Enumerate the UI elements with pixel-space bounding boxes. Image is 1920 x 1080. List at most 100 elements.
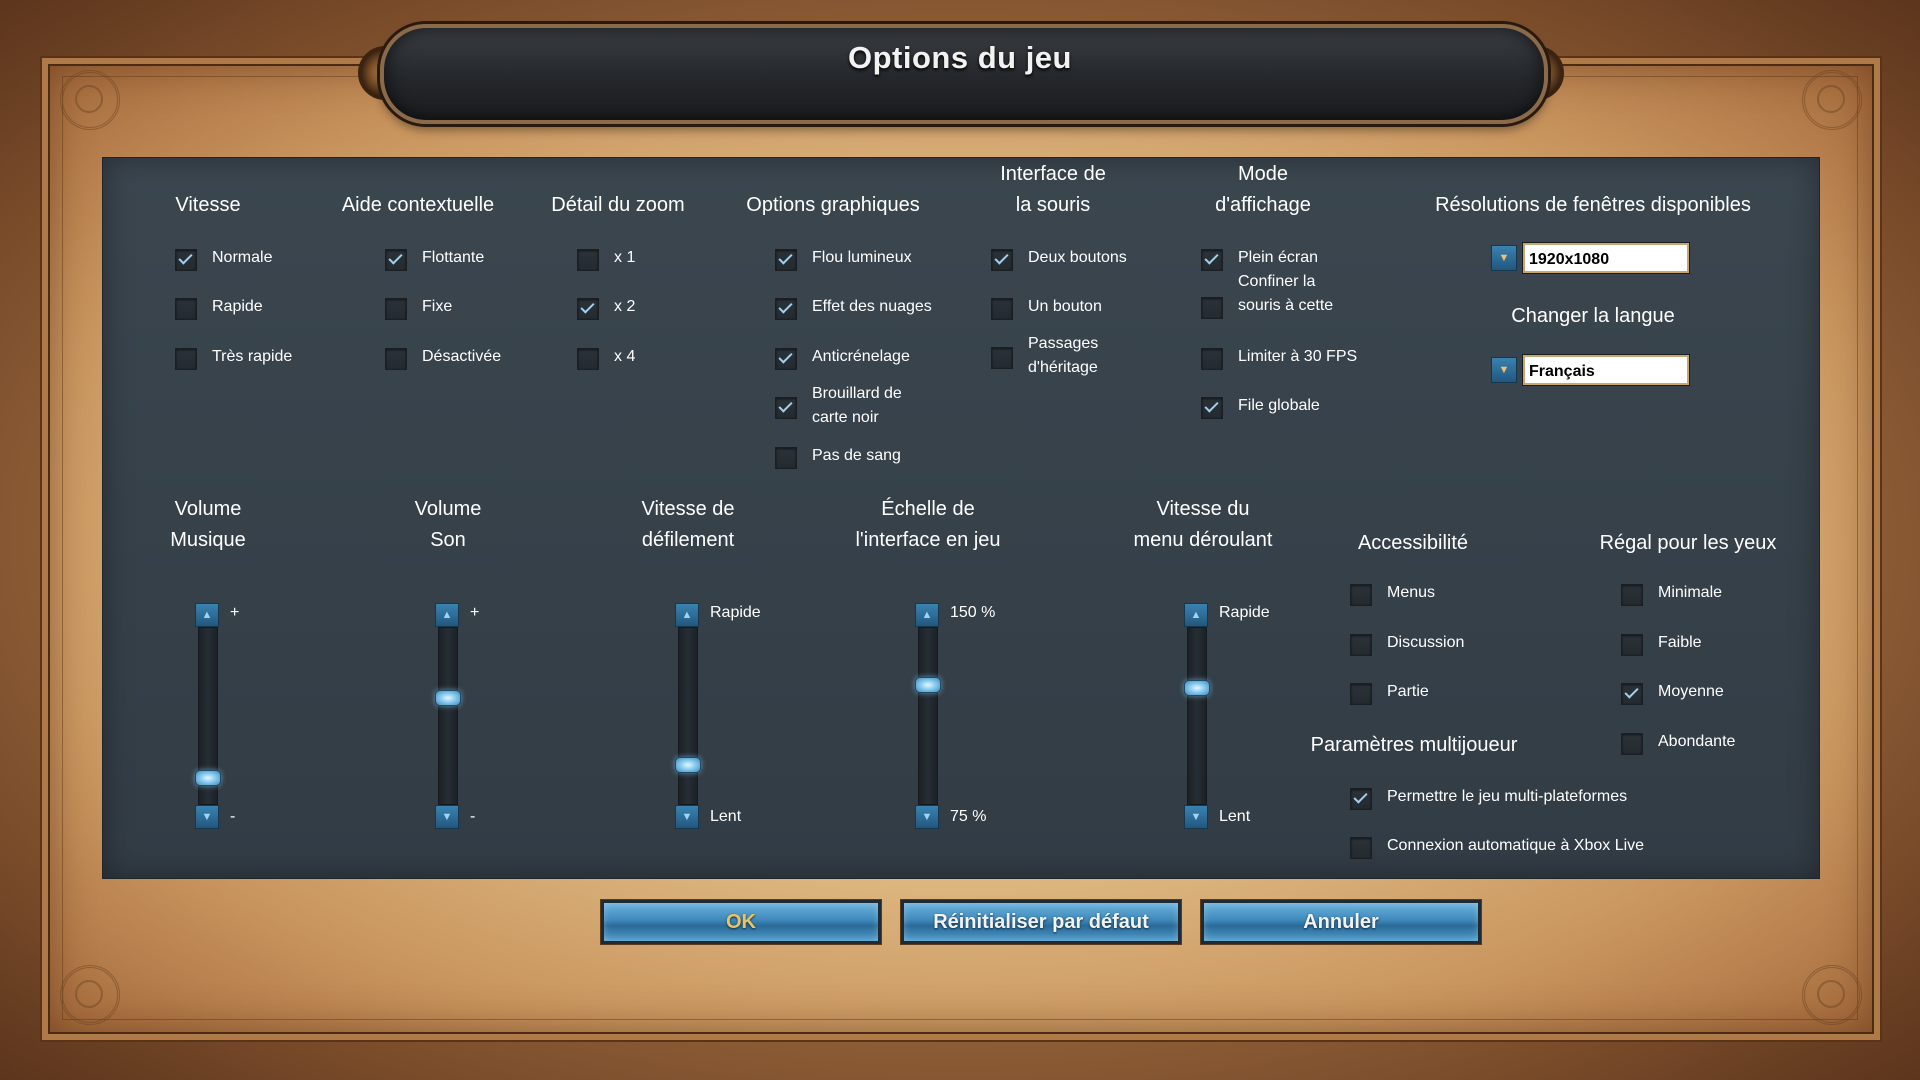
ok-button[interactable]: OK (601, 900, 881, 944)
arrow-down-icon[interactable]: ▼ (1184, 805, 1208, 829)
option-vitesse-rapide[interactable]: Rapide (175, 295, 263, 320)
checkbox[interactable] (175, 348, 197, 370)
option-pas-de-sang[interactable]: Pas de sang (775, 444, 901, 469)
resolution-dropdown[interactable]: ▼ 1920x1080 (1491, 243, 1689, 273)
slider-top-label: + (470, 604, 480, 621)
option-aide-flottante[interactable]: Flottante (385, 246, 484, 271)
slider-vitesse-defilement[interactable]: ▲ ▼ (675, 603, 701, 829)
option-confiner-souris[interactable]: Confiner la souris à cette (1201, 270, 1333, 319)
arrow-down-icon[interactable]: ▼ (915, 805, 939, 829)
option-passages-heritage[interactable]: Passages d'héritage (991, 332, 1098, 380)
checkbox[interactable] (1350, 683, 1372, 705)
arrow-down-icon[interactable]: ▼ (435, 805, 459, 829)
checkbox[interactable] (175, 249, 197, 271)
chevron-down-icon[interactable]: ▼ (1491, 245, 1517, 271)
option-aide-fixe[interactable]: Fixe (385, 295, 452, 320)
arrow-down-icon[interactable]: ▼ (195, 805, 219, 829)
option-zoom-x4[interactable]: x 4 (577, 345, 635, 370)
option-zoom-x1[interactable]: x 1 (577, 246, 635, 271)
checkbox[interactable] (577, 249, 599, 271)
checkbox[interactable] (1201, 348, 1223, 370)
arrow-down-icon[interactable]: ▼ (675, 805, 699, 829)
option-regal-faible[interactable]: Faible (1621, 631, 1702, 656)
slider-track[interactable] (918, 627, 938, 805)
slider-thumb[interactable] (675, 757, 701, 773)
checkbox[interactable] (577, 348, 599, 370)
option-access-menus[interactable]: Menus (1350, 581, 1435, 606)
checkbox[interactable] (991, 347, 1013, 369)
checkbox[interactable] (385, 348, 407, 370)
checkbox[interactable] (775, 397, 797, 419)
checkbox[interactable] (385, 298, 407, 320)
header-vitesse: Vitesse (175, 194, 241, 216)
checkbox[interactable] (1621, 634, 1643, 656)
slider-thumb[interactable] (915, 677, 941, 693)
slider-track[interactable] (438, 627, 458, 805)
checkbox[interactable] (1201, 297, 1223, 319)
option-vitesse-normale[interactable]: Normale (175, 246, 272, 271)
slider-vitesse-menu[interactable]: ▲ ▼ (1184, 603, 1210, 829)
option-brouillard-carte-noir[interactable]: Brouillard de carte noir (775, 382, 902, 430)
option-plein-ecran[interactable]: Plein écran (1201, 246, 1318, 271)
checkbox[interactable] (577, 298, 599, 320)
option-aide-desactivee[interactable]: Désactivée (385, 345, 501, 370)
checkbox[interactable] (775, 348, 797, 370)
resolution-select[interactable]: 1920x1080 (1523, 243, 1689, 273)
arrow-up-icon[interactable]: ▲ (1184, 603, 1208, 627)
option-deux-boutons[interactable]: Deux boutons (991, 246, 1127, 271)
header-vitesse-defilement: Vitesse de défilement (641, 498, 735, 551)
option-multi-plateformes[interactable]: Permettre le jeu multi-plateformes (1350, 785, 1627, 810)
option-access-partie[interactable]: Partie (1350, 680, 1429, 705)
checkbox[interactable] (1350, 634, 1372, 656)
header-regal-yeux: Régal pour les yeux (1599, 532, 1777, 554)
option-zoom-x2[interactable]: x 2 (577, 295, 635, 320)
option-label: Fixe (422, 298, 453, 315)
checkbox[interactable] (991, 298, 1013, 320)
checkbox[interactable] (175, 298, 197, 320)
checkbox[interactable] (1350, 584, 1372, 606)
option-file-globale[interactable]: File globale (1201, 394, 1320, 419)
arrow-up-icon[interactable]: ▲ (435, 603, 459, 627)
arrow-up-icon[interactable]: ▲ (915, 603, 939, 627)
checkbox[interactable] (991, 249, 1013, 271)
reset-defaults-button[interactable]: Réinitialiser par défaut (901, 900, 1181, 944)
checkbox[interactable] (1621, 683, 1643, 705)
slider-bottom-label: Lent (710, 808, 742, 825)
option-limiter-30-fps[interactable]: Limiter à 30 FPS (1201, 345, 1357, 370)
option-vitesse-tres-rapide[interactable]: Très rapide (175, 345, 292, 370)
option-access-discussion[interactable]: Discussion (1350, 631, 1464, 656)
checkbox[interactable] (775, 249, 797, 271)
arrow-up-icon[interactable]: ▲ (675, 603, 699, 627)
checkbox[interactable] (1201, 397, 1223, 419)
option-regal-abondante[interactable]: Abondante (1621, 730, 1735, 755)
option-effet-nuages[interactable]: Effet des nuages (775, 295, 932, 320)
language-select[interactable]: Français (1523, 355, 1689, 385)
checkbox[interactable] (1621, 733, 1643, 755)
checkbox[interactable] (775, 298, 797, 320)
chevron-down-icon[interactable]: ▼ (1491, 357, 1517, 383)
checkbox[interactable] (1350, 788, 1372, 810)
option-anticrenelage[interactable]: Anticrénelage (775, 345, 910, 370)
slider-volume-son[interactable]: ▲ ▼ (435, 603, 461, 829)
cancel-button[interactable]: Annuler (1201, 900, 1481, 944)
arrow-up-icon[interactable]: ▲ (195, 603, 219, 627)
slider-thumb[interactable] (195, 769, 221, 786)
checkbox[interactable] (1350, 837, 1372, 859)
option-regal-moyenne[interactable]: Moyenne (1621, 680, 1724, 705)
option-connexion-xbox-live[interactable]: Connexion automatique à Xbox Live (1350, 834, 1644, 859)
checkbox[interactable] (775, 447, 797, 469)
language-dropdown[interactable]: ▼ Français (1491, 355, 1689, 385)
option-un-bouton[interactable]: Un bouton (991, 295, 1102, 320)
slider-thumb[interactable] (1184, 680, 1210, 697)
slider-track[interactable] (678, 627, 698, 805)
option-flou-lumineux[interactable]: Flou lumineux (775, 246, 912, 271)
slider-track[interactable] (1187, 627, 1207, 805)
option-label: Très rapide (212, 348, 293, 365)
slider-echelle-interface[interactable]: ▲ ▼ (915, 603, 941, 829)
slider-volume-musique[interactable]: ▲ ▼ (195, 603, 221, 829)
option-regal-minimale[interactable]: Minimale (1621, 581, 1722, 606)
checkbox[interactable] (1201, 249, 1223, 271)
checkbox[interactable] (1621, 584, 1643, 606)
slider-thumb[interactable] (435, 689, 461, 706)
checkbox[interactable] (385, 249, 407, 271)
